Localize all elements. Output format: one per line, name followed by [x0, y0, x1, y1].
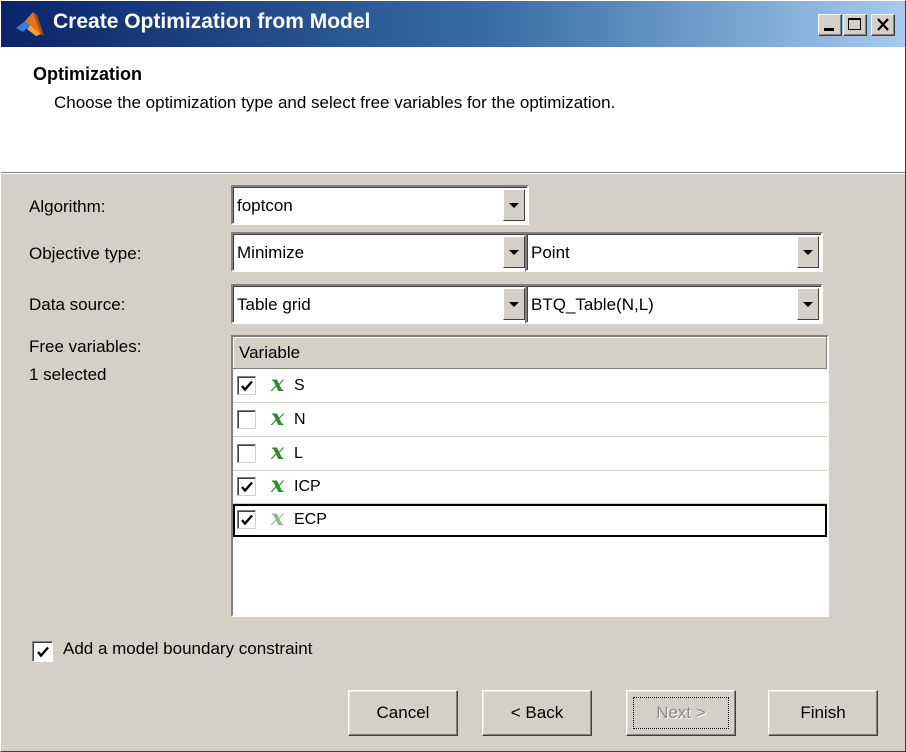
minimize-button[interactable] — [818, 14, 842, 36]
checkmark-icon — [241, 380, 253, 392]
chevron-down-icon — [803, 302, 813, 307]
row-checkbox[interactable] — [237, 410, 256, 429]
variables-table[interactable]: Variable x S x N x L x ICP x ECP — [231, 335, 829, 617]
checkmark-icon — [37, 646, 49, 658]
header-panel: Optimization Choose the optimization typ… — [1, 47, 905, 173]
table-row[interactable]: x S — [233, 370, 827, 403]
title-bar[interactable]: Create Optimization from Model — [1, 1, 905, 47]
column-header-label: Variable — [239, 343, 301, 362]
minimize-icon — [824, 28, 834, 31]
objective-type-dropdown-arrow[interactable] — [503, 236, 525, 268]
checkmark-icon — [241, 481, 253, 493]
variable-icon: x — [271, 439, 285, 465]
boundary-constraint-label[interactable]: Add a model boundary constraint — [63, 639, 313, 659]
row-checkbox[interactable] — [237, 477, 256, 496]
row-checkbox[interactable] — [237, 510, 256, 529]
algorithm-value: foptcon — [237, 196, 293, 215]
table-row-selected[interactable]: x ECP — [233, 504, 827, 537]
data-source-dropdown[interactable]: Table grid — [231, 284, 529, 324]
close-icon — [877, 18, 889, 31]
back-button[interactable]: < Back — [482, 690, 592, 736]
table-row[interactable]: x ICP — [233, 471, 827, 504]
checkmark-icon — [241, 514, 253, 526]
finish-button[interactable]: Finish — [768, 690, 878, 736]
data-source-dropdown-arrow[interactable] — [503, 288, 525, 320]
variable-icon: x — [271, 371, 285, 397]
matlab-logo-icon — [16, 12, 44, 36]
data-source-value: Table grid — [237, 295, 311, 314]
objective-type-dropdown[interactable]: Minimize — [231, 232, 529, 272]
free-variables-label: Free variables: — [29, 337, 142, 356]
table-header-variable[interactable]: Variable — [233, 337, 827, 369]
objective-mode-dropdown[interactable]: Point — [525, 232, 823, 272]
algorithm-dropdown[interactable]: foptcon — [231, 185, 529, 225]
data-table-dropdown-arrow[interactable] — [797, 288, 819, 320]
section-title: Optimization — [33, 64, 142, 84]
variable-name: ECP — [294, 511, 327, 528]
objective-type-value: Minimize — [237, 243, 305, 262]
variable-icon: x — [271, 472, 285, 498]
chevron-down-icon — [803, 250, 813, 255]
objective-mode-value: Point — [531, 243, 570, 262]
variable-icon: x — [271, 505, 285, 531]
chevron-down-icon — [509, 302, 519, 307]
close-button[interactable] — [871, 14, 895, 36]
objective-type-label: Objective type: — [29, 244, 142, 263]
table-row[interactable]: x L — [233, 438, 827, 471]
maximize-icon — [848, 18, 861, 30]
table-row[interactable]: x N — [233, 404, 827, 437]
header-divider — [1, 173, 905, 174]
data-source-label: Data source: — [29, 295, 126, 314]
window-title: Create Optimization from Model — [53, 10, 371, 33]
data-table-value: BTQ_Table(N,L) — [531, 295, 654, 314]
row-checkbox[interactable] — [237, 444, 256, 463]
focus-rectangle — [633, 697, 729, 729]
algorithm-dropdown-arrow[interactable] — [503, 189, 525, 221]
data-table-dropdown[interactable]: BTQ_Table(N,L) — [525, 284, 823, 324]
row-checkbox[interactable] — [237, 376, 256, 395]
variable-name: S — [294, 377, 305, 394]
maximize-button[interactable] — [843, 14, 867, 36]
variable-name: N — [294, 411, 306, 428]
chevron-down-icon — [509, 203, 519, 208]
section-description: Choose the optimization type and select … — [54, 93, 616, 112]
chevron-down-icon — [509, 250, 519, 255]
cancel-button[interactable]: Cancel — [348, 690, 458, 736]
variable-name: ICP — [294, 478, 321, 495]
boundary-constraint-checkbox[interactable] — [32, 641, 53, 662]
variable-name: L — [294, 445, 303, 462]
dialog-window: Create Optimization from Model Optimizat… — [0, 0, 906, 752]
algorithm-label: Algorithm: — [29, 197, 106, 216]
free-variables-count: 1 selected — [29, 365, 107, 384]
objective-mode-dropdown-arrow[interactable] — [797, 236, 819, 268]
variable-icon: x — [271, 405, 285, 431]
next-button[interactable]: Next > — [626, 690, 736, 736]
